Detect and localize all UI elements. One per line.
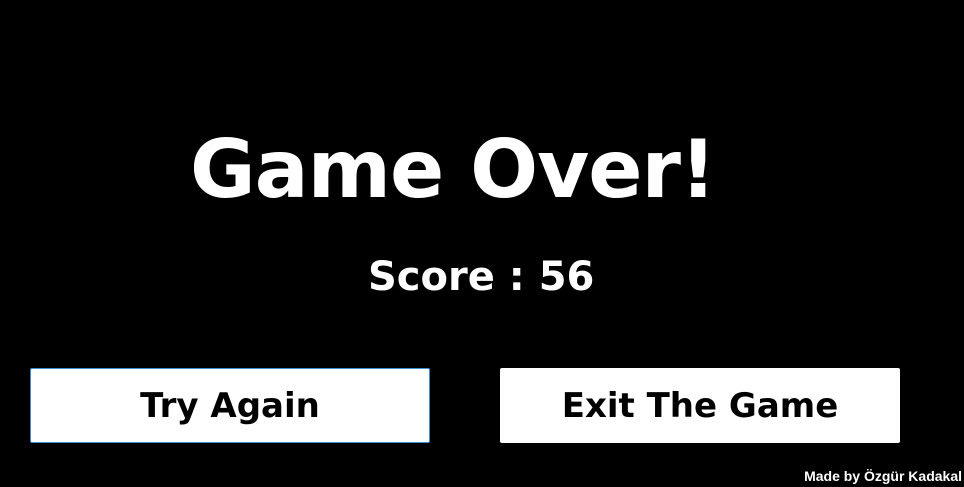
exit-game-button[interactable]: Exit The Game (500, 368, 900, 443)
author-credit: Made by Özgür Kadakal (804, 468, 962, 484)
try-again-button[interactable]: Try Again (30, 368, 430, 443)
game-over-screen: Game Over! Score : 56 Try Again Exit The… (0, 0, 964, 487)
game-over-title: Game Over! (190, 123, 716, 216)
score-display: Score : 56 (368, 254, 595, 300)
